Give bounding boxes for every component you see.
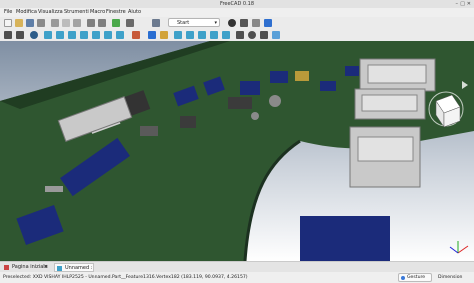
print-icon[interactable] (37, 19, 45, 27)
document-icon (57, 266, 62, 271)
menu-finestre[interactable]: Finestre (106, 8, 126, 17)
nav-style-label: Gesture (407, 275, 426, 280)
close-icon[interactable]: ✕ (467, 1, 471, 7)
workbench-icon (152, 19, 160, 27)
window-title: FreeCAD 0.18 (219, 1, 255, 7)
boolean-icon[interactable] (236, 31, 244, 39)
close-tab-icon[interactable]: ✕ (44, 263, 48, 272)
status-bar: Preselected: XXD VISHAY IHLP2525 - Unnam… (0, 272, 474, 283)
menu-strumenti[interactable]: Strumenti (64, 8, 89, 17)
capacitor (251, 112, 259, 120)
paste-icon[interactable] (73, 19, 81, 27)
save-icon[interactable] (26, 19, 34, 27)
chip (270, 71, 288, 83)
maximize-icon[interactable]: □ (460, 1, 465, 7)
chip (295, 71, 309, 81)
new-document-icon[interactable] (4, 19, 12, 27)
group-icon[interactable] (160, 31, 168, 39)
tab-unnamed[interactable]: Unnamed : 1* (54, 263, 94, 280)
torus-icon[interactable] (222, 31, 230, 39)
menu-visualizza[interactable]: Visualizza (38, 8, 63, 17)
refresh-icon[interactable] (112, 19, 120, 27)
menu-aiuto[interactable]: Aiuto (128, 8, 141, 17)
dimensions-label: Dimension (438, 275, 463, 280)
3d-viewport[interactable] (0, 41, 474, 261)
navigation-style-button[interactable]: Gesture (398, 273, 432, 282)
minimize-icon[interactable]: – (456, 1, 459, 7)
extrude-icon[interactable] (272, 31, 280, 39)
draw-style-icon[interactable] (30, 31, 38, 39)
cut-icon[interactable] (51, 19, 59, 27)
rear-view-icon[interactable] (92, 31, 100, 39)
execute-macro-icon[interactable] (264, 19, 272, 27)
chip (140, 126, 158, 136)
fit-all-icon[interactable] (4, 31, 12, 39)
measure-distance-icon[interactable] (132, 31, 140, 39)
redo-icon[interactable] (98, 19, 106, 27)
front-view-icon[interactable] (56, 31, 64, 39)
chip (228, 97, 252, 109)
menu-bar: File Modifica Visualizza Strumenti Macro… (0, 8, 474, 17)
isometric-view-icon[interactable] (44, 31, 52, 39)
open-icon[interactable] (15, 19, 23, 27)
cut-shape-icon[interactable] (260, 31, 268, 39)
bottom-view-icon[interactable] (104, 31, 112, 39)
chip (240, 81, 260, 95)
start-page-icon (4, 265, 9, 270)
pcb-3d-model (0, 41, 474, 261)
chip (45, 186, 63, 192)
cylinder-icon[interactable] (186, 31, 194, 39)
stop-macro-icon[interactable] (240, 19, 248, 27)
tab-start-page[interactable]: Pagina iniziale ✕ (2, 263, 50, 272)
workbench-selector[interactable]: Start ▾ (168, 18, 220, 27)
menu-modifica[interactable]: Modifica (16, 8, 37, 17)
chip (180, 116, 196, 128)
sphere-icon[interactable] (198, 31, 206, 39)
cone-icon[interactable] (210, 31, 218, 39)
copy-icon[interactable] (62, 19, 70, 27)
fit-selection-icon[interactable] (16, 31, 24, 39)
chevron-down-icon: ▾ (214, 20, 217, 26)
record-macro-icon[interactable] (228, 19, 236, 27)
tab-label: Pagina iniziale (12, 264, 48, 270)
right-view-icon[interactable] (80, 31, 88, 39)
macros-icon[interactable] (252, 19, 260, 27)
chip (345, 66, 359, 76)
fuse-icon[interactable] (248, 31, 256, 39)
menu-macro[interactable]: Macro (90, 8, 105, 17)
chip (320, 81, 336, 91)
left-view-icon[interactable] (116, 31, 124, 39)
box-icon[interactable] (174, 31, 182, 39)
menu-file[interactable]: File (4, 8, 12, 17)
chip (300, 216, 390, 261)
capacitor (269, 95, 281, 107)
part-icon[interactable] (148, 31, 156, 39)
whats-this-icon[interactable] (126, 19, 134, 27)
top-view-icon[interactable] (68, 31, 76, 39)
mouse-icon (401, 276, 405, 280)
title-bar: FreeCAD 0.18 – □ ✕ (0, 0, 474, 8)
undo-icon[interactable] (87, 19, 95, 27)
workbench-label: Start (177, 20, 190, 26)
preselection-message: Preselected: XXD VISHAY IHLP2525 - Unnam… (3, 275, 248, 280)
